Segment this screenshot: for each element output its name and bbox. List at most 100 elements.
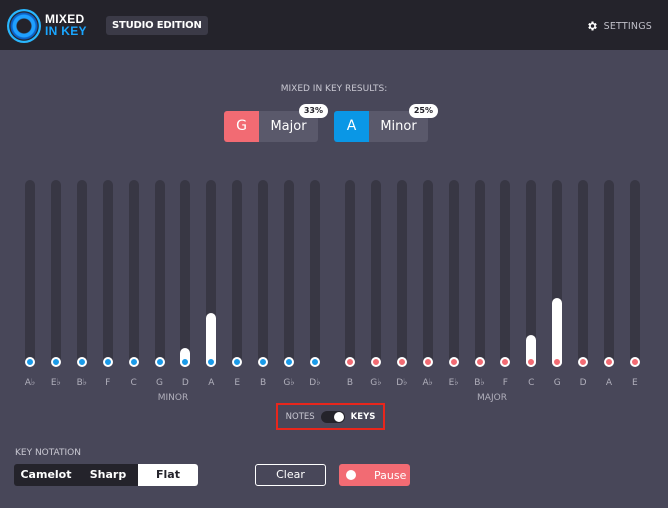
- minor-meter-dot: [128, 357, 139, 367]
- minor-meter-10: [284, 180, 294, 367]
- gear-icon: [587, 21, 597, 31]
- notation-flat[interactable]: Flat: [138, 464, 198, 486]
- minor-meter-9: [258, 180, 269, 367]
- settings-button[interactable]: SETTINGS: [586, 20, 652, 32]
- key-notation-selector: Camelot Sharp Flat: [14, 464, 198, 486]
- minor-meter-2: [76, 180, 87, 367]
- minor-key-label: B♭: [76, 378, 87, 388]
- result-key-note: G: [224, 111, 259, 142]
- major-key-label: A♭: [422, 378, 433, 388]
- major-meter-6: [500, 180, 511, 367]
- minor-key-label: G♭: [283, 378, 295, 388]
- pause-button[interactable]: Pause: [339, 464, 410, 486]
- minor-key-label: E: [234, 378, 241, 388]
- major-meter-3: [422, 180, 433, 367]
- notation-camelot[interactable]: Camelot: [14, 464, 78, 486]
- key-level-meters: [0, 180, 668, 370]
- toggle-keys-label[interactable]: KEYS: [351, 412, 376, 422]
- minor-key-label: E♭: [50, 378, 61, 388]
- major-key-label: E♭: [448, 378, 459, 388]
- minor-key-label: B: [260, 378, 267, 388]
- minor-meter-5: [154, 180, 165, 367]
- minor-key-label: D: [181, 378, 189, 388]
- major-meter-2: [396, 180, 407, 367]
- mixed-in-key-logo: MIXED IN KEY: [7, 8, 97, 44]
- minor-key-label: A: [208, 378, 215, 388]
- major-meter-dot: [604, 357, 614, 367]
- minor-meter-dot: [180, 357, 191, 367]
- minor-meter-dot: [206, 357, 217, 367]
- result-key-percent: 33%: [298, 104, 328, 118]
- minor-meter-1: [50, 180, 61, 367]
- record-dot-icon: [346, 470, 356, 480]
- major-meter-8: [552, 180, 563, 367]
- major-meter-dot: [370, 357, 381, 367]
- major-meter-dot: [448, 357, 459, 367]
- minor-meter-dot: [258, 357, 269, 367]
- major-meter-dot: [474, 357, 485, 367]
- edition-badge: STUDIO EDITION: [106, 16, 208, 35]
- top-bar: MIXED IN KEY STUDIO EDITION SETTINGS: [0, 0, 668, 50]
- minor-meter-0: [25, 180, 35, 367]
- minor-key-label: D♭: [309, 378, 321, 388]
- major-meter-11: [629, 180, 640, 367]
- view-switch[interactable]: [320, 410, 345, 423]
- minor-meter-dot: [50, 357, 61, 367]
- minor-meter-dot: [76, 357, 87, 367]
- major-key-label: B: [346, 378, 354, 388]
- major-meter-9: [578, 180, 589, 367]
- results-title: MIXED IN KEY RESULTS:: [280, 84, 388, 94]
- major-key-label: D♭: [396, 378, 408, 388]
- minor-meter-dot: [25, 357, 35, 367]
- major-key-label: B♭: [474, 378, 485, 388]
- major-meter-dot: [526, 357, 537, 367]
- notes-keys-toggle: NOTES KEYS: [276, 403, 385, 430]
- minor-key-label: C: [130, 378, 137, 388]
- major-meter-dot: [500, 357, 511, 367]
- minor-meter-8: [232, 180, 243, 367]
- result-key-1[interactable]: G Major 33%: [224, 104, 328, 142]
- clear-button[interactable]: Clear: [255, 464, 326, 486]
- minor-meter-4: [128, 180, 139, 367]
- major-key-label: D: [579, 378, 587, 388]
- switch-knob: [333, 411, 344, 422]
- toggle-notes-label[interactable]: NOTES: [286, 412, 315, 422]
- minor-meter-6: [180, 180, 191, 367]
- minor-meter-dot: [309, 357, 320, 367]
- minor-key-label: G: [156, 378, 163, 388]
- major-key-label: E: [632, 378, 638, 388]
- logo-ring-icon: [7, 9, 41, 43]
- minor-meter-7: [206, 180, 217, 367]
- minor-key-label: F: [105, 378, 111, 388]
- major-key-label: A: [605, 378, 613, 388]
- minor-meter-dot: [102, 357, 113, 367]
- result-key-percent: 25%: [408, 104, 438, 118]
- major-meter-dot: [345, 357, 355, 367]
- major-meter-dot: [552, 357, 563, 367]
- major-meter-dot: [396, 357, 407, 367]
- major-meter-dot: [629, 357, 640, 367]
- minor-meter-11: [309, 180, 320, 367]
- result-key-2[interactable]: A Minor 25%: [334, 104, 438, 142]
- major-meter-10: [604, 180, 614, 367]
- minor-meter-dot: [154, 357, 165, 367]
- major-key-label: F: [502, 378, 508, 388]
- major-meter-dot: [578, 357, 589, 367]
- major-key-label: G♭: [370, 378, 382, 388]
- major-meter-0: [345, 180, 355, 367]
- pause-label: Pause: [374, 468, 407, 482]
- minor-meter-dot: [232, 357, 243, 367]
- notation-sharp[interactable]: Sharp: [78, 464, 138, 486]
- major-meter-dot: [422, 357, 433, 367]
- minor-key-label: A♭: [24, 378, 36, 388]
- logo-line2: IN KEY: [45, 24, 87, 38]
- minor-section-label: MINOR: [157, 393, 189, 403]
- key-notation-title: KEY NOTATION: [15, 448, 81, 458]
- settings-label: SETTINGS: [603, 20, 652, 32]
- major-key-label: C: [528, 378, 535, 388]
- major-section-label: MAJOR: [477, 393, 507, 403]
- major-meter-5: [474, 180, 485, 367]
- major-key-label: G: [553, 378, 561, 388]
- minor-meter-3: [102, 180, 113, 367]
- major-meter-4: [448, 180, 459, 367]
